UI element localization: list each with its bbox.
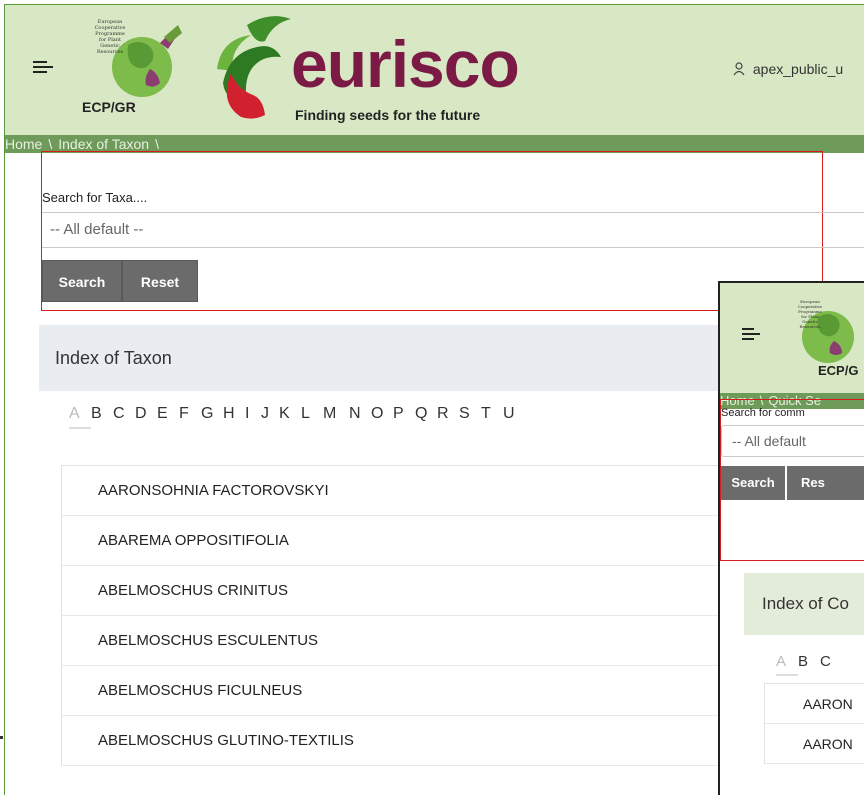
common-name-select[interactable]: -- All default [721, 425, 864, 457]
letter-a[interactable]: A [776, 653, 798, 676]
letter-c[interactable]: C [113, 405, 135, 423]
search-region: Search for comm -- All default Search Re… [720, 399, 864, 561]
letter-b[interactable]: B [91, 405, 113, 423]
reset-button[interactable]: Reset [122, 260, 198, 302]
ecpgr-logo-abbr: ECP/GR [82, 99, 136, 115]
hamburger-icon[interactable] [742, 327, 760, 341]
letter-g[interactable]: G [201, 405, 223, 423]
letter-q[interactable]: Q [415, 405, 437, 423]
list-item[interactable]: AARON [765, 684, 864, 724]
letter-e[interactable]: E [157, 405, 179, 423]
search-label: Search for comm [721, 407, 805, 419]
user-icon [733, 62, 745, 76]
letter-j[interactable]: J [261, 405, 279, 423]
eurisco-tagline: Finding seeds for the future [295, 107, 481, 123]
ecpgr-logo-text: European Cooperative Programme for Plant… [94, 19, 126, 55]
reset-button[interactable]: Res [787, 466, 864, 500]
page-header: European Cooperative Programme for Plant… [5, 5, 864, 135]
breadcrumb-separator: \ [155, 136, 159, 152]
username: apex_public_u [752, 61, 844, 77]
overlay-window: European Cooperative Programme for Plant… [718, 281, 864, 795]
letter-r[interactable]: R [437, 405, 459, 423]
letter-c[interactable]: C [820, 653, 842, 670]
breadcrumb-separator: \ [48, 136, 53, 152]
letter-f[interactable]: F [179, 405, 201, 423]
letter-a[interactable]: A [69, 405, 91, 429]
user-menu[interactable]: apex_public_u [733, 61, 843, 77]
taxa-select[interactable]: -- All default -- [42, 212, 864, 248]
search-button[interactable]: Search [42, 260, 122, 302]
letter-k[interactable]: K [279, 405, 301, 423]
ecpgr-logo-text: European Cooperative Programme for Plant… [797, 299, 823, 329]
letter-h[interactable]: H [223, 405, 245, 423]
letter-p[interactable]: P [393, 405, 415, 423]
letter-i[interactable]: I [245, 405, 261, 423]
eurisco-wordmark: eurisco [291, 27, 520, 101]
index-title: Index of Co [744, 573, 864, 635]
letter-b[interactable]: B [798, 653, 820, 670]
search-button[interactable]: Search [721, 466, 785, 500]
letter-o[interactable]: O [371, 405, 393, 423]
list-item[interactable]: AARON [765, 724, 864, 764]
letter-s[interactable]: S [459, 405, 481, 423]
letter-d[interactable]: D [135, 405, 157, 423]
letter-m[interactable]: M [323, 405, 349, 423]
search-label: Search for Taxa.... [42, 190, 148, 205]
stray-dot [0, 736, 3, 739]
breadcrumb-current[interactable]: Index of Taxon [58, 136, 149, 152]
breadcrumb-home[interactable]: Home [5, 136, 42, 152]
overlay-header: European Cooperative Programme for Plant… [720, 283, 864, 393]
letter-u[interactable]: U [503, 405, 525, 423]
alphabet-filter: ABC [776, 653, 842, 676]
eurisco-logo[interactable]: eurisco Finding seeds for the future [201, 13, 531, 129]
search-region: Search for Taxa.... -- All default -- Se… [41, 151, 864, 311]
common-name-list: AARON AARON [764, 683, 864, 764]
ecpgr-logo[interactable]: European Cooperative Programme for Plant… [80, 19, 200, 127]
letter-t[interactable]: T [481, 405, 503, 423]
hamburger-icon[interactable] [33, 59, 53, 75]
alphabet-filter: ABCDEFGHIJKLMNOPQRSTU [69, 405, 525, 429]
ecpgr-logo-abbr: ECP/G [818, 363, 859, 378]
letter-n[interactable]: N [349, 405, 371, 423]
letter-l[interactable]: L [301, 405, 323, 423]
